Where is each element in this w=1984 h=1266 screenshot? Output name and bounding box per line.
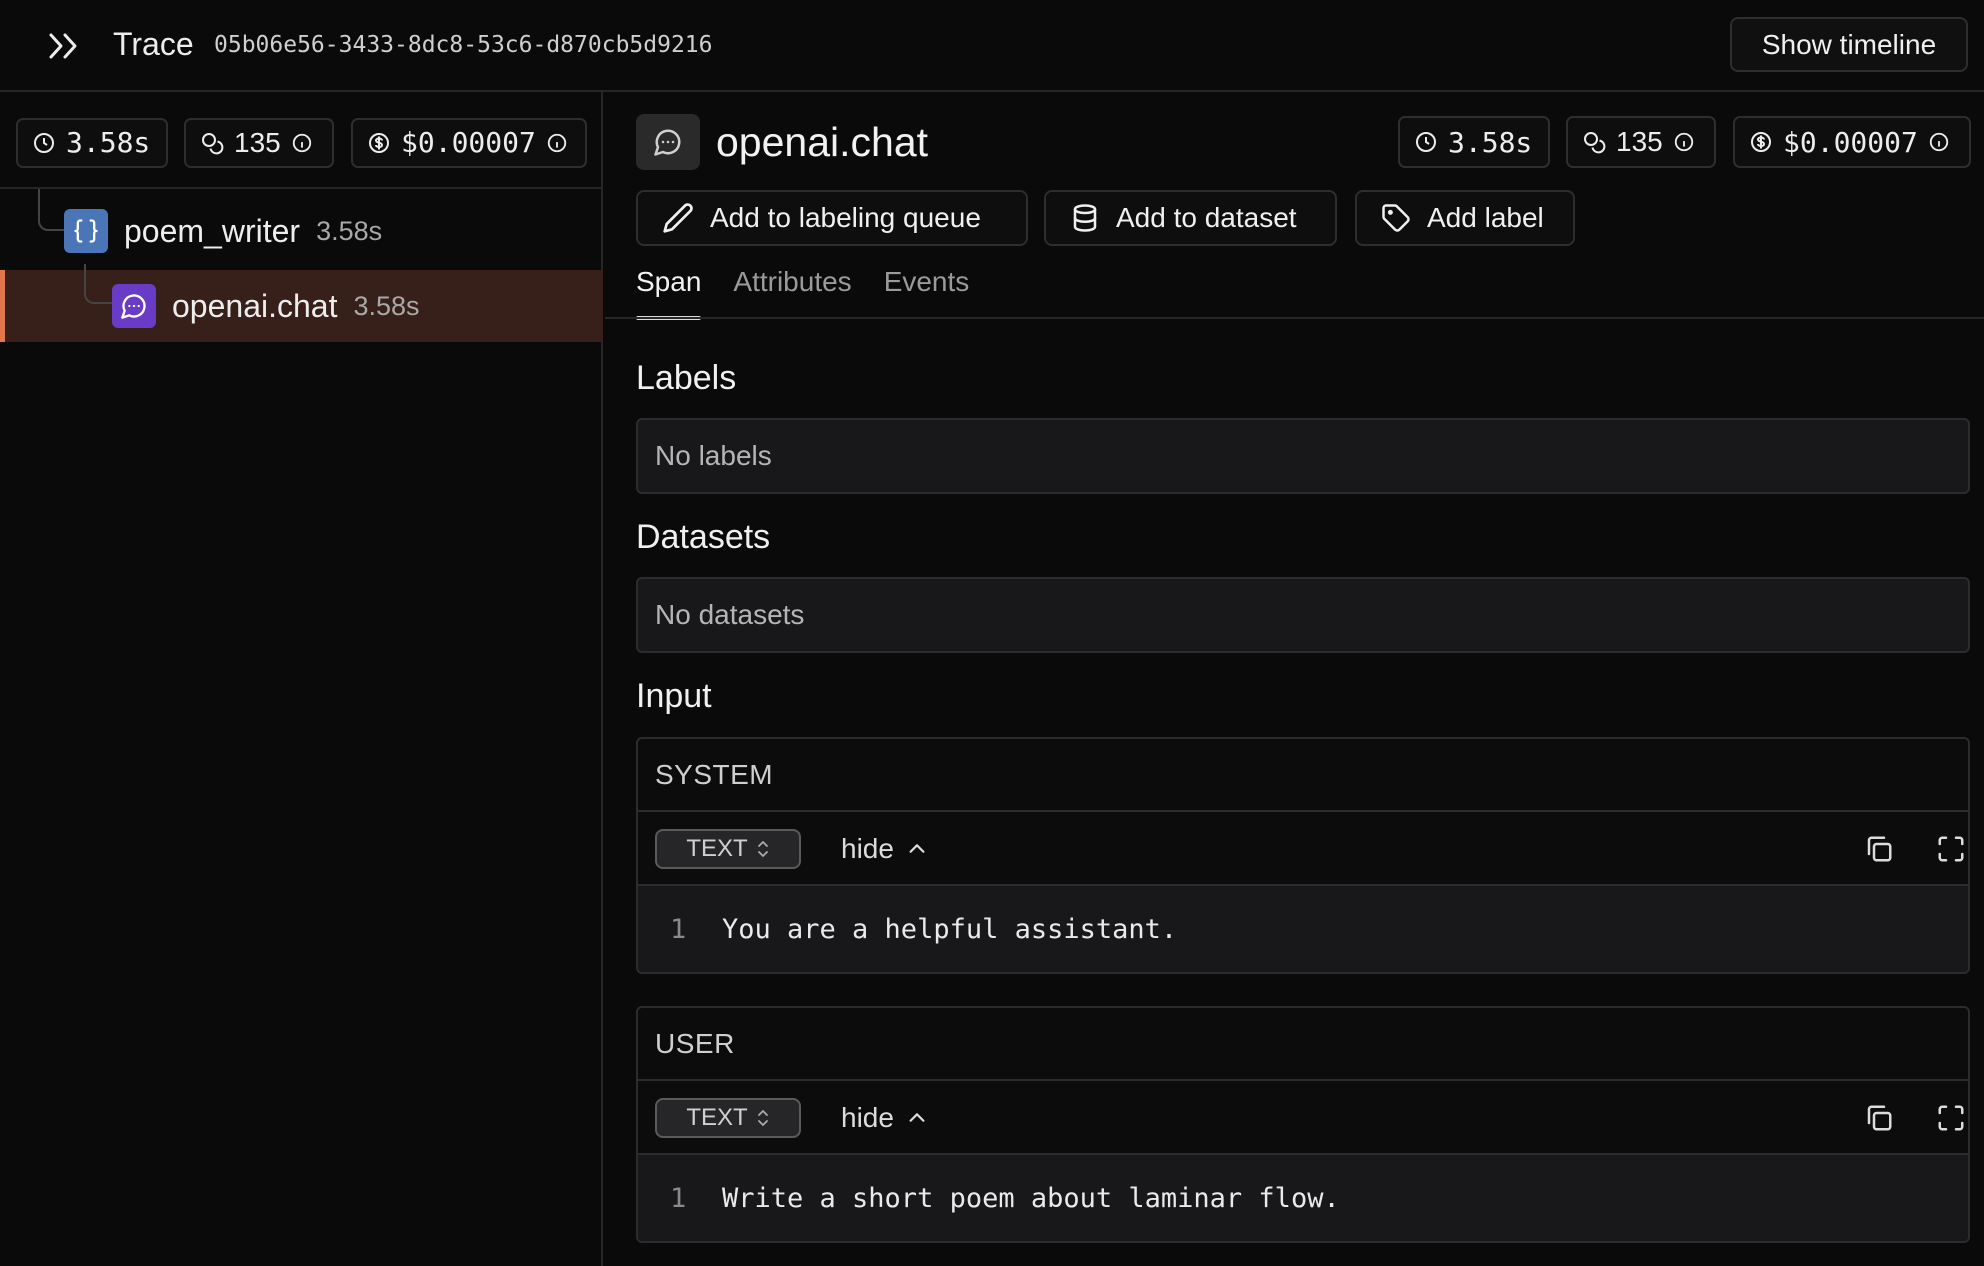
expand-button[interactable]	[1934, 832, 1968, 866]
button-label: Add to labeling queue	[710, 202, 981, 233]
chevron-up-icon	[909, 1113, 925, 1122]
expand-panel-button[interactable]	[40, 24, 88, 68]
span-cost-value: $0.00007	[1783, 125, 1918, 159]
hide-label: hide	[841, 1102, 894, 1133]
labels-empty-state: No labels	[636, 418, 1970, 494]
span-tabs: Span Attributes Events	[636, 262, 969, 322]
duration-chip: 3.58s	[16, 118, 168, 168]
span-type-badge	[112, 284, 156, 328]
copy-icon	[1867, 1105, 1892, 1131]
format-select[interactable]: TEXT	[655, 829, 801, 869]
span-duration-chip: 3.58s	[1398, 116, 1550, 168]
info-icon	[292, 133, 311, 153]
datasets-heading: Datasets	[636, 518, 771, 556]
span-tokens-chip[interactable]: 135	[1566, 116, 1716, 168]
top-bar: Trace 05b06e56-3433-8dc8-53c6-d870cb5d92…	[0, 0, 1984, 92]
button-label: Add to dataset	[1116, 202, 1297, 233]
database-icon	[1073, 204, 1097, 232]
copy-icon	[1867, 836, 1892, 862]
copy-button[interactable]	[1862, 1101, 1896, 1135]
span-duration-value: 3.58s	[1448, 125, 1533, 159]
chevron-up-icon	[909, 844, 925, 853]
tree-item-openai-chat[interactable]: openai.chat 3.58s	[112, 284, 420, 328]
span-type-badge	[64, 209, 108, 253]
message-toolbar: TEXT hide	[638, 812, 1968, 886]
chevrons-up-down-icon	[757, 841, 768, 857]
tab-events[interactable]: Events	[884, 262, 970, 320]
fullscreen-icon	[1938, 1105, 1964, 1131]
message-text: You are a helpful assistant.	[722, 913, 1178, 945]
line-number: 1	[670, 1182, 687, 1214]
add-to-dataset-button[interactable]: Add to dataset	[1044, 190, 1337, 246]
duration-value: 3.58s	[66, 126, 151, 159]
tab-span[interactable]: Span	[636, 262, 702, 320]
hide-toggle[interactable]: hide	[841, 1098, 928, 1138]
chevrons-right-icon	[49, 33, 77, 59]
tokens-value: 135	[234, 127, 281, 158]
tree-item-duration: 3.58s	[353, 291, 420, 321]
divider	[605, 317, 1984, 319]
info-icon	[547, 133, 567, 153]
tag-icon	[1382, 204, 1410, 232]
info-icon	[1929, 132, 1949, 152]
trace-id: 05b06e56-3433-8dc8-53c6-d870cb5d9216	[214, 32, 713, 58]
hide-label: hide	[841, 833, 894, 864]
message-content[interactable]: 1 You are a helpful assistant.	[638, 886, 1968, 972]
span-details-panel: openai.chat 3.58s 135 $0.00007 Add to la…	[605, 92, 1984, 1266]
tree-connector	[38, 189, 66, 231]
fullscreen-icon	[1938, 836, 1964, 862]
tree-item-name: poem_writer	[124, 213, 301, 249]
message-role: USER	[638, 1008, 1968, 1081]
message-content[interactable]: 1 Write a short poem about laminar flow.	[638, 1155, 1968, 1241]
tree-item-duration: 3.58s	[316, 216, 383, 246]
chat-icon	[121, 294, 146, 319]
chat-icon	[654, 129, 681, 156]
chevrons-up-down-icon	[757, 1110, 768, 1126]
message-system: SYSTEM TEXT hide 1 You are a helpful ass…	[636, 737, 1970, 974]
span-cost-chip[interactable]: $0.00007	[1733, 116, 1971, 168]
button-label: Add label	[1427, 202, 1544, 233]
tree-connector	[84, 264, 114, 304]
span-title: openai.chat	[716, 119, 929, 165]
message-user: USER TEXT hide 1 Write a short poem abou…	[636, 1006, 1970, 1243]
divider	[0, 187, 603, 189]
message-toolbar: TEXT hide	[638, 1081, 1968, 1155]
format-value: TEXT	[686, 835, 748, 862]
span-type-badge	[636, 114, 700, 170]
trace-title: Trace	[113, 26, 194, 62]
format-value: TEXT	[686, 1104, 748, 1131]
braces-icon	[74, 219, 98, 243]
datasets-empty-state: No datasets	[636, 577, 1970, 653]
clock-icon	[1416, 132, 1436, 152]
span-tokens-value: 135	[1616, 126, 1663, 157]
copy-button[interactable]	[1862, 832, 1896, 866]
message-role: SYSTEM	[638, 739, 1968, 812]
cost-chip[interactable]: $0.00007	[351, 118, 587, 168]
trace-tree-panel: 3.58s 135 $0.00007 poem_writer 3.58s ope…	[0, 92, 603, 1266]
dollar-circle-icon	[369, 133, 389, 153]
pencil-icon	[663, 203, 693, 233]
coins-icon	[1584, 132, 1606, 154]
expand-button[interactable]	[1934, 1101, 1968, 1135]
hide-toggle[interactable]: hide	[841, 829, 928, 869]
input-heading: Input	[636, 677, 712, 715]
clock-icon	[34, 133, 54, 153]
tree-item-poem-writer[interactable]: poem_writer 3.58s	[64, 209, 382, 253]
tree-item-name: openai.chat	[172, 288, 338, 324]
info-icon	[1674, 132, 1693, 152]
labels-heading: Labels	[636, 359, 737, 397]
show-timeline-button[interactable]: Show timeline	[1730, 17, 1968, 72]
message-text: Write a short poem about laminar flow.	[722, 1182, 1340, 1214]
format-select[interactable]: TEXT	[655, 1098, 801, 1138]
tab-attributes[interactable]: Attributes	[733, 262, 851, 320]
cost-value: $0.00007	[401, 126, 536, 159]
dollar-circle-icon	[1751, 132, 1771, 152]
add-to-labeling-queue-button[interactable]: Add to labeling queue	[636, 190, 1028, 246]
add-label-button[interactable]: Add label	[1355, 190, 1575, 246]
tokens-chip[interactable]: 135	[184, 118, 334, 168]
line-number: 1	[670, 913, 687, 945]
coins-icon	[202, 133, 224, 155]
